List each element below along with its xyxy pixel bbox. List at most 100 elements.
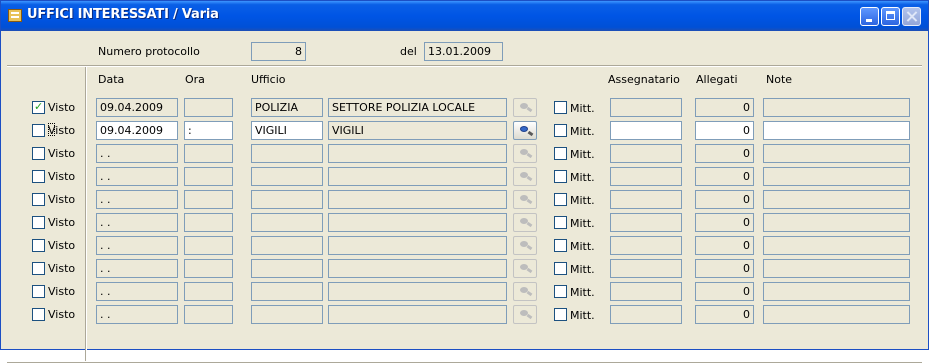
notes-field[interactable] bbox=[763, 98, 910, 117]
visto-checkbox[interactable] bbox=[32, 262, 45, 275]
date-field[interactable]: . . bbox=[96, 213, 178, 232]
visto-checkbox[interactable] bbox=[32, 147, 45, 160]
attachments-field[interactable]: 0 bbox=[695, 167, 754, 186]
assignee-field[interactable] bbox=[610, 305, 682, 324]
visto-checkbox[interactable] bbox=[32, 216, 45, 229]
time-field[interactable] bbox=[184, 305, 233, 324]
visto-checkbox[interactable]: ✓ bbox=[32, 100, 45, 114]
office-lookup-button[interactable] bbox=[513, 121, 537, 140]
assignee-field[interactable] bbox=[610, 236, 682, 255]
assignee-field[interactable] bbox=[610, 144, 682, 163]
time-field[interactable] bbox=[184, 98, 233, 117]
office-code-field[interactable] bbox=[251, 236, 323, 255]
visto-checkbox[interactable] bbox=[32, 124, 45, 137]
time-field[interactable] bbox=[184, 190, 233, 209]
notes-field[interactable] bbox=[763, 213, 910, 232]
notes-field[interactable] bbox=[763, 121, 910, 140]
date-field[interactable]: . . bbox=[96, 190, 178, 209]
date-field[interactable]: 09.04.2009 bbox=[96, 98, 178, 117]
notes-field[interactable] bbox=[763, 259, 910, 278]
office-code-field[interactable]: POLIZIA bbox=[251, 98, 323, 117]
office-code-field[interactable] bbox=[251, 213, 323, 232]
search-binoculars-icon bbox=[520, 264, 528, 270]
time-field[interactable] bbox=[184, 282, 233, 301]
office-lookup-button[interactable] bbox=[513, 282, 537, 301]
maximize-button[interactable] bbox=[881, 7, 900, 26]
time-field[interactable] bbox=[184, 259, 233, 278]
assignee-field[interactable] bbox=[610, 282, 682, 301]
attachments-field[interactable]: 0 bbox=[695, 121, 754, 140]
date-field[interactable]: . . bbox=[96, 144, 178, 163]
mitt-label: Mitt. bbox=[570, 240, 595, 253]
date-field[interactable]: . . bbox=[96, 305, 178, 324]
date-field[interactable]: . . bbox=[96, 167, 178, 186]
office-lookup-button[interactable] bbox=[513, 98, 537, 117]
office-lookup-button[interactable] bbox=[513, 236, 537, 255]
time-field[interactable] bbox=[184, 144, 233, 163]
attachments-field[interactable]: 0 bbox=[695, 144, 754, 163]
mitt-label: Mitt. bbox=[570, 194, 595, 207]
date-field[interactable]: . . bbox=[96, 282, 178, 301]
attachments-field[interactable]: 0 bbox=[695, 259, 754, 278]
attachments-field[interactable]: 0 bbox=[695, 190, 754, 209]
mitt-checkbox[interactable] bbox=[554, 216, 567, 229]
notes-field[interactable] bbox=[763, 167, 910, 186]
visto-checkbox[interactable] bbox=[32, 193, 45, 206]
time-field[interactable] bbox=[184, 167, 233, 186]
mitt-checkbox[interactable] bbox=[554, 147, 567, 160]
visto-checkbox[interactable] bbox=[32, 308, 45, 321]
office-lookup-button[interactable] bbox=[513, 305, 537, 324]
attachments-field[interactable]: 0 bbox=[695, 213, 754, 232]
mitt-checkbox[interactable] bbox=[554, 170, 567, 183]
attachments-field[interactable]: 0 bbox=[695, 98, 754, 117]
mitt-checkbox[interactable] bbox=[554, 239, 567, 252]
mitt-checkbox[interactable] bbox=[554, 124, 567, 137]
notes-field[interactable] bbox=[763, 144, 910, 163]
attachments-field[interactable]: 0 bbox=[695, 305, 754, 324]
time-field[interactable] bbox=[184, 213, 233, 232]
time-field[interactable] bbox=[184, 236, 233, 255]
attachments-field[interactable]: 0 bbox=[695, 236, 754, 255]
time-field[interactable]: : bbox=[184, 121, 233, 140]
assignee-field[interactable] bbox=[610, 121, 682, 140]
office-code-field[interactable] bbox=[251, 144, 323, 163]
office-lookup-button[interactable] bbox=[513, 259, 537, 278]
office-lookup-button[interactable] bbox=[513, 144, 537, 163]
office-code-field[interactable] bbox=[251, 259, 323, 278]
title-bar[interactable]: UFFICI INTERESSATI / Varia bbox=[1, 1, 928, 31]
mitt-checkbox[interactable] bbox=[554, 193, 567, 206]
protocol-number-field[interactable]: 8 bbox=[251, 42, 306, 61]
notes-field[interactable] bbox=[763, 236, 910, 255]
assignee-field[interactable] bbox=[610, 167, 682, 186]
visto-checkbox[interactable] bbox=[32, 285, 45, 298]
office-code-field[interactable] bbox=[251, 282, 323, 301]
office-code-field[interactable] bbox=[251, 190, 323, 209]
attachments-field[interactable]: 0 bbox=[695, 282, 754, 301]
mitt-checkbox[interactable] bbox=[554, 285, 567, 298]
notes-field[interactable] bbox=[763, 305, 910, 324]
visto-checkbox[interactable] bbox=[32, 239, 45, 252]
notes-field[interactable] bbox=[763, 282, 910, 301]
date-field[interactable]: . . bbox=[96, 259, 178, 278]
office-code-field[interactable]: VIGILI bbox=[251, 121, 323, 140]
notes-field[interactable] bbox=[763, 190, 910, 209]
assignee-field[interactable] bbox=[610, 259, 682, 278]
assignee-field[interactable] bbox=[610, 213, 682, 232]
minimize-button[interactable] bbox=[860, 7, 879, 26]
office-lookup-button[interactable] bbox=[513, 190, 537, 209]
form-body: Numero protocollo 8 del 13.01.2009 Data … bbox=[1, 31, 928, 364]
office-lookup-button[interactable] bbox=[513, 213, 537, 232]
mitt-checkbox[interactable] bbox=[554, 101, 567, 114]
mitt-checkbox[interactable] bbox=[554, 262, 567, 275]
mitt-checkbox[interactable] bbox=[554, 308, 567, 321]
office-code-field[interactable] bbox=[251, 167, 323, 186]
date-field[interactable]: 09.04.2009 bbox=[96, 121, 178, 140]
protocol-date-field[interactable]: 13.01.2009 bbox=[424, 42, 503, 61]
visto-checkbox[interactable] bbox=[32, 170, 45, 183]
close-button[interactable] bbox=[902, 7, 921, 26]
assignee-field[interactable] bbox=[610, 190, 682, 209]
office-code-field[interactable] bbox=[251, 305, 323, 324]
assignee-field[interactable] bbox=[610, 98, 682, 117]
date-field[interactable]: . . bbox=[96, 236, 178, 255]
office-lookup-button[interactable] bbox=[513, 167, 537, 186]
